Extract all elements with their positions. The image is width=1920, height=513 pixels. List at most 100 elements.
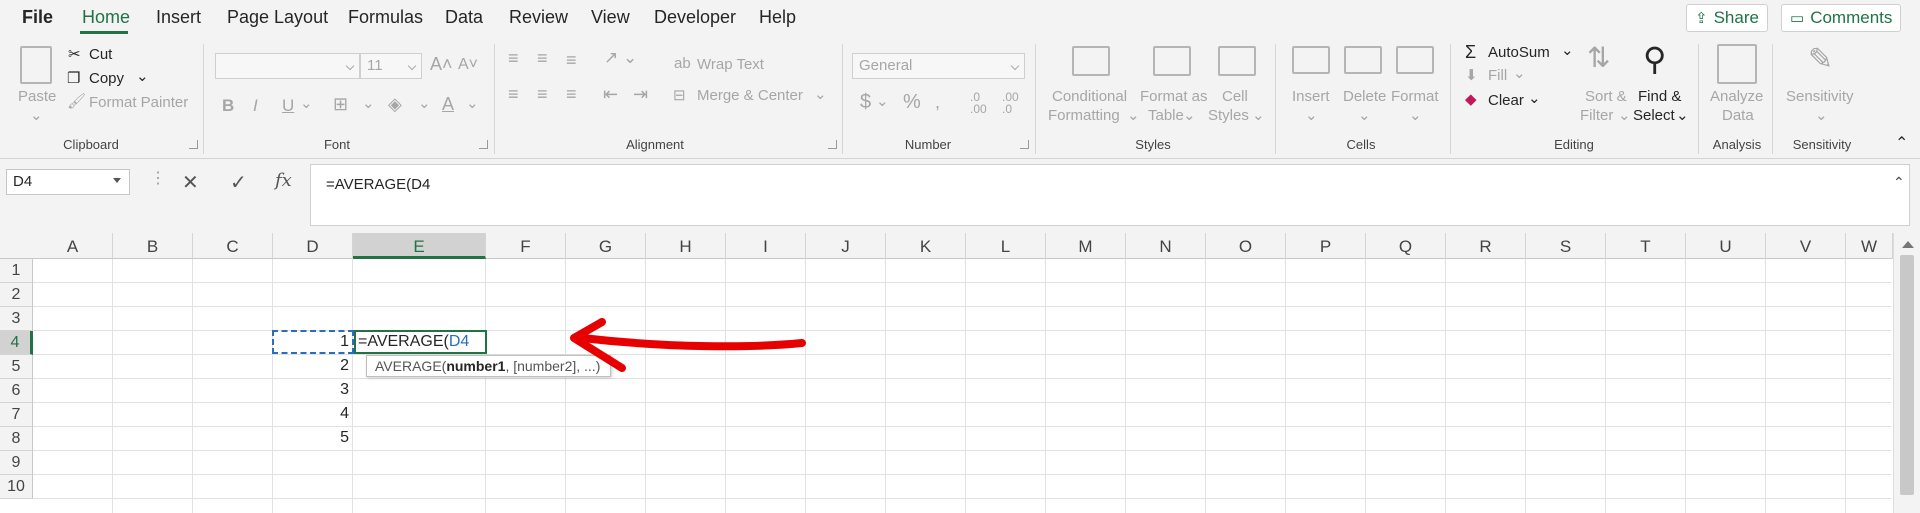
- column-header-e[interactable]: E: [353, 233, 486, 259]
- column-header-f[interactable]: F: [486, 233, 566, 259]
- row-header-2[interactable]: 2: [0, 283, 33, 307]
- column-header-t[interactable]: T: [1606, 233, 1686, 259]
- paste-button[interactable]: Paste: [18, 88, 56, 105]
- align-middle-icon[interactable]: ≡: [537, 48, 548, 69]
- clipboard-launcher-icon[interactable]: [189, 140, 198, 149]
- comma-style-icon[interactable]: ,: [935, 92, 940, 113]
- font-size-select[interactable]: 11: [360, 53, 422, 79]
- row-header-6[interactable]: 6: [0, 379, 33, 403]
- tab-data[interactable]: Data: [445, 7, 483, 28]
- format-cells-button[interactable]: Format: [1391, 88, 1439, 105]
- cell-styles-button[interactable]: Cell: [1222, 88, 1248, 105]
- vertical-scrollbar[interactable]: [1893, 233, 1920, 513]
- fill-color-icon[interactable]: ◈: [388, 94, 402, 115]
- tab-help[interactable]: Help: [759, 7, 796, 28]
- align-center-icon[interactable]: ≡: [537, 84, 548, 105]
- cancel-icon[interactable]: ✕: [182, 170, 199, 195]
- column-header-j[interactable]: J: [806, 233, 886, 259]
- decrease-decimal-icon[interactable]: .00.0: [1002, 91, 1019, 115]
- font-name-select[interactable]: [215, 53, 360, 79]
- number-launcher-icon[interactable]: [1020, 140, 1029, 149]
- font-launcher-icon[interactable]: [479, 140, 488, 149]
- column-header-o[interactable]: O: [1206, 233, 1286, 259]
- column-header-g[interactable]: G: [566, 233, 646, 259]
- increase-font-icon[interactable]: A˄: [430, 54, 453, 75]
- row-header-3[interactable]: 3: [0, 307, 33, 331]
- tab-file[interactable]: File: [22, 7, 53, 28]
- row-header-9[interactable]: 9: [0, 451, 33, 475]
- column-header-a[interactable]: A: [33, 233, 113, 259]
- cell-d8[interactable]: 5: [273, 429, 349, 447]
- tab-developer[interactable]: Developer: [654, 7, 736, 28]
- currency-button[interactable]: $: [860, 91, 871, 114]
- share-button[interactable]: ⇪ Share: [1686, 4, 1768, 32]
- column-header-v[interactable]: V: [1766, 233, 1846, 259]
- tab-page-layout[interactable]: Page Layout: [227, 7, 328, 28]
- scroll-thumb[interactable]: [1900, 255, 1914, 495]
- row-header-5[interactable]: 5: [0, 355, 33, 379]
- cell-d6[interactable]: 3: [273, 381, 349, 399]
- column-header-i[interactable]: I: [726, 233, 806, 259]
- name-box[interactable]: D4: [6, 169, 130, 195]
- column-header-d[interactable]: D: [273, 233, 353, 259]
- fill-button[interactable]: Fill: [1488, 67, 1507, 84]
- align-left-icon[interactable]: ≡: [508, 84, 519, 105]
- tab-view[interactable]: View: [591, 7, 630, 28]
- cell-d5[interactable]: 2: [273, 357, 349, 375]
- borders-icon[interactable]: ⊞: [333, 94, 348, 115]
- row-header-4[interactable]: 4: [0, 331, 33, 355]
- format-as-table-button[interactable]: Format as: [1140, 88, 1208, 105]
- column-header-h[interactable]: H: [646, 233, 726, 259]
- row-header-7[interactable]: 7: [0, 403, 33, 427]
- tab-review[interactable]: Review: [509, 7, 568, 28]
- copy-button[interactable]: Copy: [89, 70, 124, 87]
- column-header-u[interactable]: U: [1686, 233, 1766, 259]
- cell-d7[interactable]: 4: [273, 405, 349, 423]
- column-header-s[interactable]: S: [1526, 233, 1606, 259]
- analyze-data-button[interactable]: Analyze: [1710, 88, 1763, 105]
- tab-formulas[interactable]: Formulas: [348, 7, 423, 28]
- column-header-b[interactable]: B: [113, 233, 193, 259]
- column-header-l[interactable]: L: [966, 233, 1046, 259]
- column-header-c[interactable]: C: [193, 233, 273, 259]
- formula-input[interactable]: =AVERAGE(D4: [310, 164, 1910, 226]
- find-select-button[interactable]: Find &: [1638, 88, 1681, 105]
- tab-home[interactable]: Home: [82, 7, 130, 28]
- alignment-launcher-icon[interactable]: [828, 140, 837, 149]
- decrease-font-icon[interactable]: A˅: [458, 56, 478, 74]
- merge-center-button[interactable]: Merge & Center: [697, 87, 803, 104]
- row-header-8[interactable]: 8: [0, 427, 33, 451]
- collapse-ribbon-icon[interactable]: ⌃: [1895, 133, 1908, 153]
- comments-button[interactable]: ▭ Comments: [1781, 4, 1902, 32]
- delete-cells-button[interactable]: Delete: [1343, 88, 1386, 105]
- decrease-indent-icon[interactable]: ⇤: [603, 84, 618, 105]
- expand-formula-bar-icon[interactable]: ⌃: [1893, 174, 1905, 191]
- conditional-formatting-button[interactable]: Conditional: [1052, 88, 1127, 105]
- bold-button[interactable]: B: [222, 96, 234, 116]
- more-options-icon[interactable]: ⋮: [150, 168, 166, 188]
- active-cell-e4[interactable]: =AVERAGE(D4: [354, 330, 487, 354]
- align-bottom-icon[interactable]: ≡: [566, 50, 577, 71]
- orientation-icon[interactable]: ↗ ⌄: [604, 48, 637, 68]
- column-header-w[interactable]: W: [1846, 233, 1893, 259]
- sensitivity-button[interactable]: Sensitivity: [1786, 88, 1854, 105]
- scroll-up-icon[interactable]: [1902, 241, 1914, 248]
- format-painter-button[interactable]: Format Painter: [89, 94, 188, 111]
- column-header-q[interactable]: Q: [1366, 233, 1446, 259]
- tab-insert[interactable]: Insert: [156, 7, 201, 28]
- autosum-button[interactable]: AutoSum: [1488, 44, 1550, 61]
- column-header-m[interactable]: M: [1046, 233, 1126, 259]
- wrap-text-button[interactable]: Wrap Text: [697, 56, 764, 73]
- sort-filter-button[interactable]: Sort &: [1585, 88, 1627, 105]
- column-header-p[interactable]: P: [1286, 233, 1366, 259]
- align-top-icon[interactable]: ≡: [508, 48, 519, 69]
- clear-button[interactable]: Clear: [1488, 92, 1524, 109]
- row-header-1[interactable]: 1: [0, 259, 33, 283]
- align-right-icon[interactable]: ≡: [566, 84, 577, 105]
- cut-button[interactable]: Cut: [89, 46, 112, 63]
- row-header-10[interactable]: 10: [0, 475, 33, 499]
- insert-function-icon[interactable]: fx: [275, 170, 292, 191]
- column-header-r[interactable]: R: [1446, 233, 1526, 259]
- column-header-n[interactable]: N: [1126, 233, 1206, 259]
- increase-decimal-icon[interactable]: .0.00: [970, 91, 987, 115]
